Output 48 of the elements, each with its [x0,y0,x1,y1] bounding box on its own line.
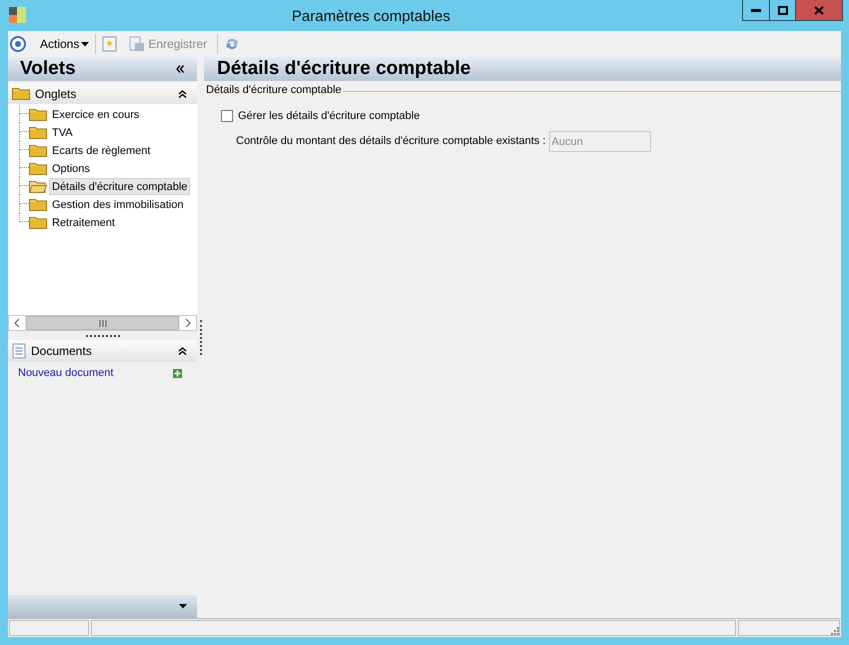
maximize-icon[interactable] [778,6,788,14]
scroll-left-icon[interactable] [9,316,25,330]
open-folder-icon [29,180,47,192]
close-icon[interactable] [814,6,824,14]
section-header[interactable]: Onglets [8,83,197,104]
dropdown-arrow-icon[interactable] [179,604,187,609]
minimize-icon[interactable] [751,8,761,12]
resize-grip-icon[interactable] [830,626,839,635]
app-logo-icon [9,7,26,23]
folder-icon [29,126,47,138]
tree-item[interactable]: Retraitement [49,214,118,230]
section-header[interactable]: Documents [8,340,197,362]
tree-item[interactable]: Détails d'écriture comptable [49,178,190,194]
section-title: Documents [31,343,93,360]
add-icon[interactable] [173,368,182,378]
folder-icon [29,108,47,120]
folder-icon [29,216,47,228]
collapse-icon[interactable] [178,90,187,98]
collapse-icon[interactable] [176,65,185,73]
group-legend: Détails d'écriture comptable [204,82,344,98]
field-label: Contrôle du montant des détails d'écriture comptable existants : [236,134,546,150]
scrollbar-thumb[interactable] [26,316,179,330]
target-icon[interactable] [10,36,26,52]
tree-item[interactable]: Gestion des immobilisation [49,196,186,212]
folder-icon [29,162,47,174]
scroll-right-icon[interactable] [180,316,196,330]
tree-item[interactable]: Ecarts de règlement [49,142,154,158]
page-title: Détails d'écriture comptable [217,56,471,81]
tree-item[interactable]: Options [49,160,93,176]
manage-details-checkbox[interactable]: Gérer les détails d'écriture comptable [221,108,841,124]
window-title: Paramètres comptables [292,7,450,27]
refresh-icon[interactable] [224,36,240,52]
new-document-link[interactable]: Nouveau document [18,364,114,382]
actions-menu[interactable]: Actions [40,35,90,53]
tree-item[interactable]: TVA [49,124,76,140]
caret-icon[interactable] [81,42,90,46]
splitter-grip[interactable] [200,320,204,355]
tree-item[interactable]: Exercice en cours [49,106,142,122]
checkbox[interactable] [221,110,233,122]
sidebar-title: Volets [20,56,76,81]
folder-icon [12,87,30,100]
section-title: Onglets [35,86,78,102]
close-button[interactable] [796,0,842,20]
folder-icon [29,198,47,210]
horizontal-scrollbar[interactable] [8,315,197,331]
document-icon [12,343,26,359]
folder-icon [29,144,47,156]
collapse-icon[interactable] [178,347,187,355]
